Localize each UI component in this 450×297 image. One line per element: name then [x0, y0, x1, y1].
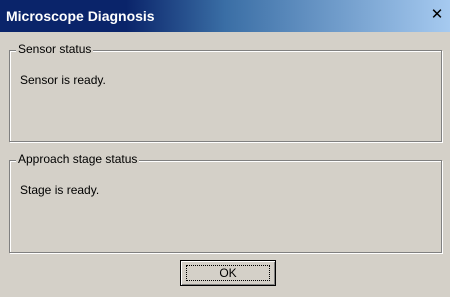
ok-button[interactable]: OK: [180, 260, 276, 286]
sensor-status-label: Sensor status: [16, 42, 94, 56]
ok-button-label: OK: [219, 266, 237, 280]
approach-stage-status-group: Approach stage status Stage is ready.: [9, 152, 442, 253]
close-icon[interactable]: ✕: [429, 7, 445, 22]
approach-stage-status-text: Stage is ready.: [20, 183, 100, 197]
dialog-window: Microscope Diagnosis ✕ Sensor status Sen…: [0, 0, 450, 297]
sensor-status-group: Sensor status Sensor is ready.: [9, 42, 442, 142]
title-bar[interactable]: Microscope Diagnosis ✕: [0, 0, 450, 32]
sensor-status-text: Sensor is ready.: [20, 73, 106, 87]
window-title: Microscope Diagnosis: [6, 8, 155, 24]
approach-stage-status-label: Approach stage status: [16, 152, 140, 166]
